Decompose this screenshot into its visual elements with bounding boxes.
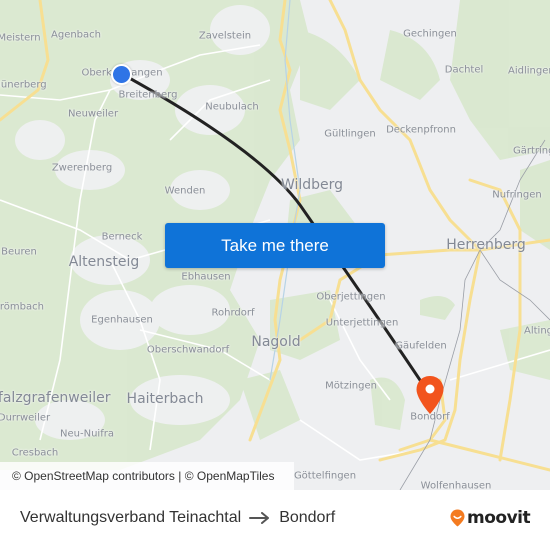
place-label: Dachtel: [444, 64, 484, 76]
place-label: Herrenberg: [446, 237, 526, 253]
map[interactable]: Meistern Agenbach Zavelstein Gechingen D…: [0, 0, 550, 490]
place-label: Egenhausen: [91, 314, 153, 326]
take-me-there-button[interactable]: Take me there: [165, 223, 385, 268]
place-label: Pfalzgrafenweiler: [0, 390, 111, 406]
place-label: Deckenpfronn: [386, 124, 456, 136]
footer: Verwaltungsverband Teinachtal Bondorf mo…: [0, 490, 550, 550]
place-label: Gültlingen: [324, 128, 376, 140]
place-label: Wolfenhausen: [420, 480, 492, 491]
origin-name: Verwaltungsverband Teinachtal: [20, 509, 242, 526]
place-label: Zavelstein: [198, 30, 252, 42]
arrow-right-icon: [249, 512, 271, 524]
place-label: Haiterbach: [126, 391, 204, 407]
place-label: Unterjettingen: [325, 317, 399, 329]
place-label: Ebhausen: [181, 271, 231, 283]
place-label: Gechingen: [403, 28, 457, 40]
place-label: Cresbach: [11, 447, 59, 459]
place-label: Aidlingen: [508, 65, 550, 77]
place-label: Nagold: [251, 334, 301, 350]
place-label: Neuweiler: [67, 108, 119, 120]
place-label: Breitenberg: [118, 89, 178, 101]
place-label: Altensteig: [68, 254, 140, 270]
brand-name: moovit: [467, 508, 531, 528]
place-label: Oberjettingen: [316, 291, 386, 303]
moovit-pin-icon: [450, 509, 465, 527]
place-label: Rohrdorf: [211, 307, 255, 319]
place-label: Nufringen: [492, 189, 542, 201]
place-label: Neubulach: [205, 101, 259, 113]
place-label: Grömbach: [0, 301, 44, 313]
place-label: Neu-Nuifra: [60, 428, 114, 440]
place-label: Zwerenberg: [51, 162, 113, 174]
place-label: Wenden: [164, 185, 206, 197]
place-label: Mötzingen: [325, 380, 377, 392]
map-pin-icon[interactable]: [415, 375, 445, 415]
place-label: Altingen: [524, 325, 550, 337]
place-label: Gärtringen: [513, 145, 550, 157]
place-label: Oberschwandorf: [146, 344, 230, 356]
place-label: Meistern: [0, 32, 41, 44]
place-label: Wildberg: [280, 177, 344, 193]
map-attribution: © OpenStreetMap contributors | © OpenMap…: [0, 462, 294, 490]
place-label: Hünerberg: [0, 79, 47, 91]
place-label: Agenbach: [51, 29, 101, 41]
place-label: Göttelfingen: [293, 470, 357, 482]
place-label: Durrweiler: [0, 412, 51, 424]
attribution-text[interactable]: © OpenStreetMap contributors | © OpenMap…: [12, 469, 274, 483]
moovit-logo[interactable]: moovit: [450, 508, 531, 528]
place-label: Berneck: [101, 231, 143, 243]
origin-dot-icon[interactable]: [111, 64, 132, 85]
place-label: Beuren: [1, 246, 37, 258]
route-title: Verwaltungsverband Teinachtal Bondorf: [20, 509, 335, 527]
place-label: Gäufelden: [395, 340, 447, 352]
destination-name: Bondorf: [279, 509, 336, 526]
